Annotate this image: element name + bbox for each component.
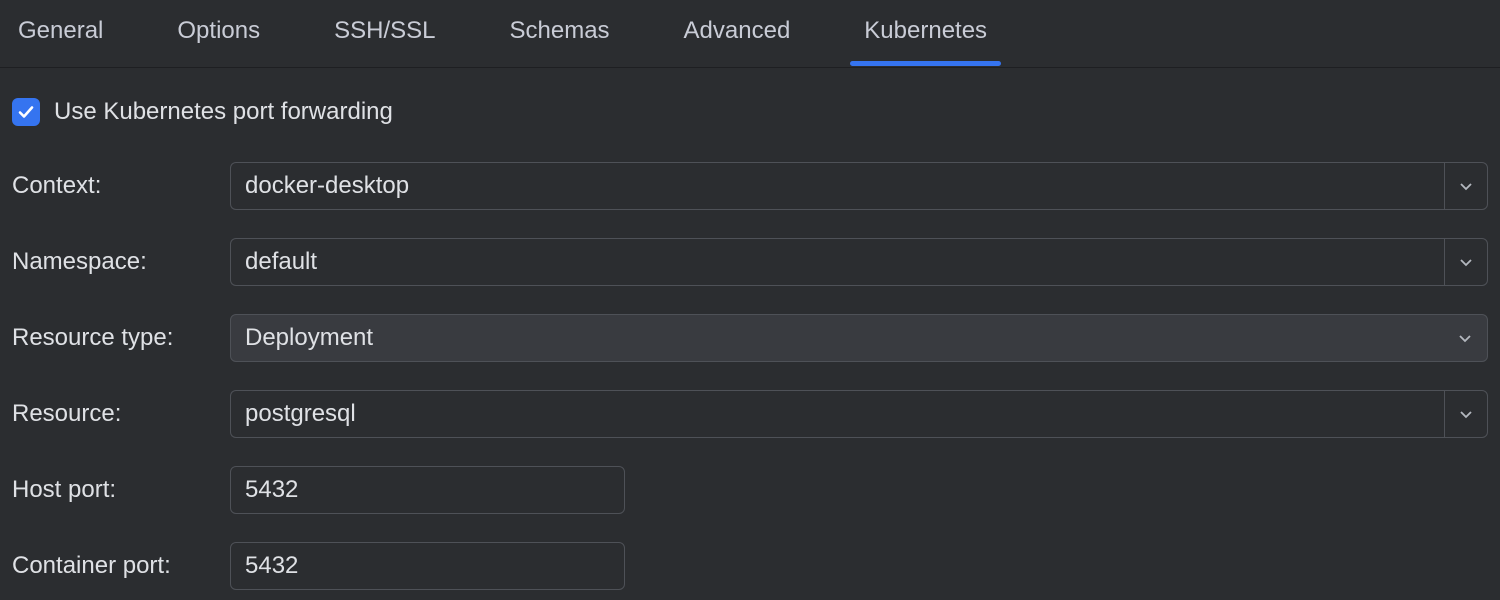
- namespace-label: Namespace:: [12, 248, 222, 276]
- container-port-label: Container port:: [12, 552, 222, 580]
- resource-label: Resource:: [12, 400, 222, 428]
- use-port-forwarding-checkbox[interactable]: [12, 98, 40, 126]
- tab-options-label: Options: [177, 17, 260, 44]
- tab-schemas[interactable]: Schemas: [510, 17, 610, 65]
- tab-kubernetes-label: Kubernetes: [864, 17, 987, 44]
- chevron-down-icon: [1458, 406, 1474, 422]
- use-port-forwarding-label[interactable]: Use Kubernetes port forwarding: [54, 98, 393, 126]
- tab-sshssl-label: SSH/SSL: [334, 17, 435, 44]
- resource-input[interactable]: [230, 390, 1444, 438]
- context-dropdown-button[interactable]: [1444, 162, 1488, 210]
- tab-advanced-label: Advanced: [684, 17, 791, 44]
- form-grid: Context: Namespace: Resource type: Deplo…: [12, 162, 1488, 590]
- tab-bar: General Options SSH/SSL Schemas Advanced…: [0, 0, 1500, 68]
- tab-options[interactable]: Options: [177, 17, 260, 65]
- container-port-input[interactable]: [230, 542, 625, 590]
- tab-advanced[interactable]: Advanced: [684, 17, 791, 65]
- context-input[interactable]: [230, 162, 1444, 210]
- chevron-down-icon: [1457, 330, 1473, 346]
- tab-sshssl[interactable]: SSH/SSL: [334, 17, 435, 65]
- resource-dropdown-button[interactable]: [1444, 390, 1488, 438]
- tab-general[interactable]: General: [18, 17, 103, 65]
- chevron-down-icon: [1458, 178, 1474, 194]
- form-body: Use Kubernetes port forwarding Context: …: [0, 68, 1500, 590]
- resource-type-select[interactable]: Deployment: [230, 314, 1488, 362]
- resource-combo: [230, 390, 1488, 438]
- chevron-down-icon: [1458, 254, 1474, 270]
- resource-type-label: Resource type:: [12, 324, 222, 352]
- namespace-combo: [230, 238, 1488, 286]
- use-port-forwarding-row: Use Kubernetes port forwarding: [12, 98, 1488, 126]
- context-label: Context:: [12, 172, 222, 200]
- host-port-input[interactable]: [230, 466, 625, 514]
- namespace-input[interactable]: [230, 238, 1444, 286]
- check-icon: [17, 103, 35, 121]
- namespace-dropdown-button[interactable]: [1444, 238, 1488, 286]
- resource-type-value: Deployment: [245, 324, 373, 352]
- host-port-label: Host port:: [12, 476, 222, 504]
- tab-schemas-label: Schemas: [510, 17, 610, 44]
- tab-kubernetes[interactable]: Kubernetes: [864, 17, 987, 65]
- context-combo: [230, 162, 1488, 210]
- tab-general-label: General: [18, 17, 103, 44]
